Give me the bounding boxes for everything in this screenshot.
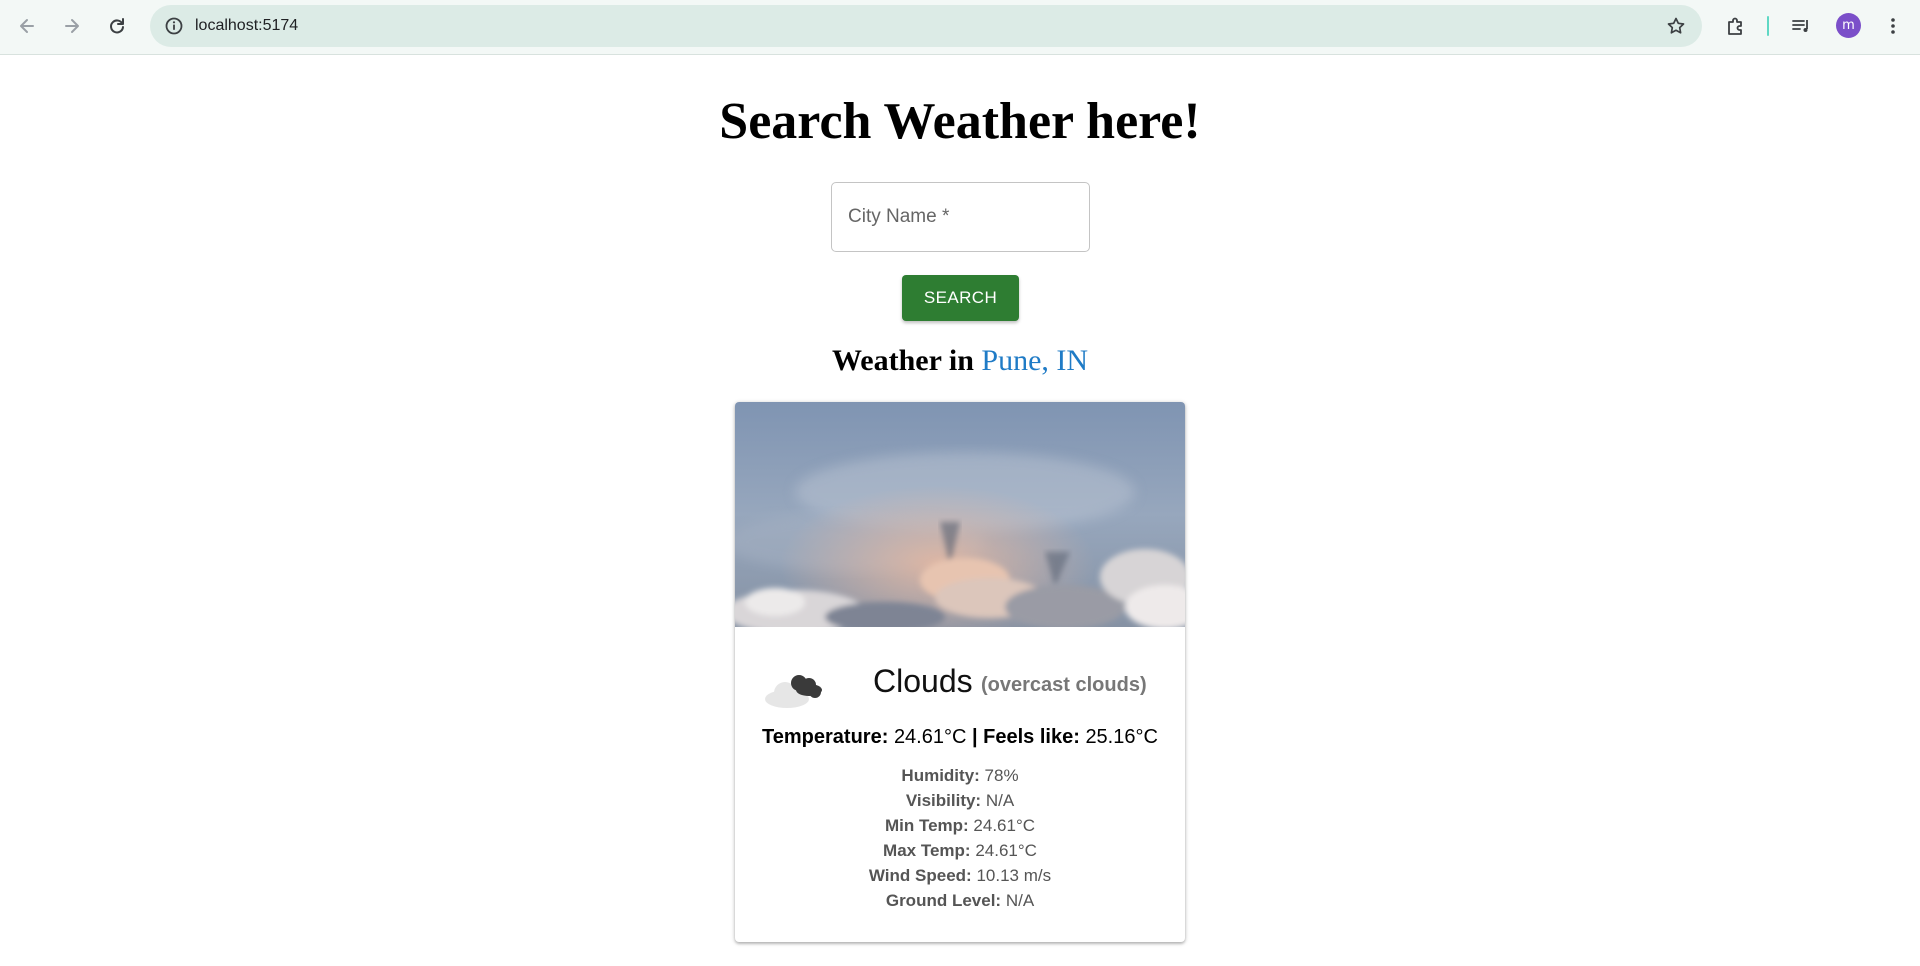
kebab-menu-icon	[1891, 18, 1895, 34]
feels-like-label: | Feels like:	[972, 726, 1080, 748]
detail-label: Ground Level:	[885, 891, 1002, 910]
browser-toolbar: localhost:5174 m	[0, 0, 1920, 55]
detail-value: 10.13 m/s	[976, 866, 1052, 885]
detail-row-visibility: Visibility: N/A	[735, 788, 1185, 813]
detail-label: Max Temp:	[883, 841, 971, 860]
reload-icon	[110, 18, 124, 34]
search-button[interactable]: SEARCH	[902, 275, 1019, 321]
detail-value: 24.61°C	[975, 841, 1037, 860]
detail-value: 78%	[984, 766, 1019, 785]
weather-heading-prefix: Weather in	[831, 344, 974, 377]
reload-button[interactable]	[103, 12, 131, 40]
detail-label: Min Temp:	[884, 816, 969, 835]
media-icon	[1792, 20, 1808, 32]
temperature-label: Temperature:	[762, 726, 889, 748]
extensions-button[interactable]	[1723, 13, 1749, 39]
extensions-icon	[1728, 17, 1742, 35]
broken-clouds-icon	[765, 675, 822, 708]
forward-button[interactable]	[58, 12, 86, 40]
detail-label: Humidity:	[901, 766, 980, 785]
location-name: Pune, IN	[981, 344, 1089, 377]
city-name-input[interactable]	[832, 183, 1089, 251]
detail-row-max-temp: Max Temp: 24.61°C	[735, 838, 1185, 863]
condition-description: (overcast clouds)	[981, 674, 1147, 696]
detail-label: Wind Speed:	[868, 866, 972, 885]
city-name-field[interactable]	[831, 182, 1090, 252]
browser-menu-button[interactable]	[1880, 13, 1906, 39]
detail-value: N/A	[985, 791, 1015, 810]
temperature-line: Temperature: 24.61°C | Feels like: 25.16…	[735, 726, 1185, 749]
temperature-value: 24.61°C	[893, 726, 967, 748]
detail-row-ground-level: Ground Level: N/A	[735, 888, 1185, 913]
info-icon[interactable]	[164, 16, 184, 36]
page-title: Search Weather here!	[719, 93, 1201, 150]
forward-arrow-icon	[65, 19, 79, 33]
star-icon[interactable]	[1666, 16, 1686, 36]
detail-value: 24.61°C	[973, 816, 1036, 835]
weather-card: Clouds (overcast clouds) Temperature: 24…	[735, 402, 1185, 942]
cloudy-sky-photo	[735, 402, 1185, 627]
detail-row-wind-speed: Wind Speed: 10.13 m/s	[735, 863, 1185, 888]
media-button[interactable]	[1788, 13, 1814, 39]
address-bar[interactable]: localhost:5174	[150, 5, 1702, 47]
detail-row-min-temp: Min Temp: 24.61°C	[735, 813, 1185, 838]
detail-value: N/A	[1005, 891, 1035, 910]
condition-row: Clouds (overcast clouds)	[763, 657, 1163, 717]
condition-main: Clouds	[873, 663, 973, 699]
toolbar-divider	[1767, 16, 1769, 36]
back-button[interactable]	[13, 12, 41, 40]
weather-details: Humidity: 78% Visibility: N/A Min Temp: …	[735, 763, 1185, 913]
feels-like-value: 25.16°C	[1085, 726, 1158, 748]
detail-row-humidity: Humidity: 78%	[735, 763, 1185, 788]
profile-avatar[interactable]: m	[1836, 13, 1861, 38]
weather-heading: Weather in Pune, IN	[0, 344, 1920, 378]
detail-label: Visibility:	[905, 791, 982, 810]
url-text[interactable]: localhost:5174	[195, 17, 298, 35]
back-arrow-icon	[20, 19, 34, 33]
